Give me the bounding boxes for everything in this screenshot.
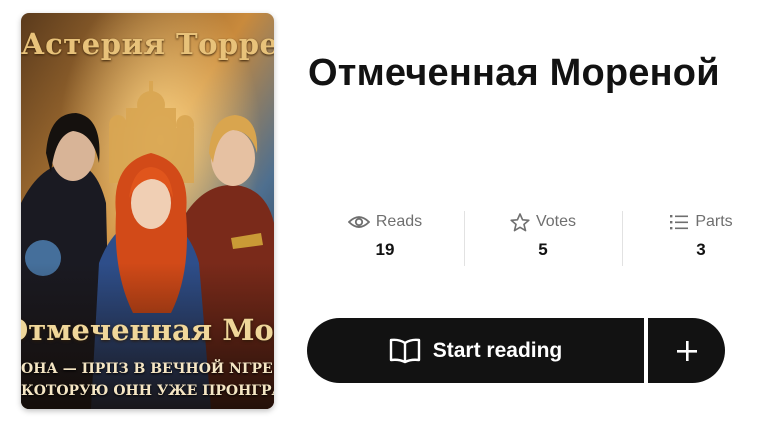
story-cover[interactable]: Астерия Торрен Отмеченная Мореной ОНА — …	[21, 13, 274, 409]
stat-votes-value: 5	[538, 240, 548, 259]
stat-votes: Votes 5	[468, 208, 618, 268]
stat-reads-value: 19	[375, 240, 395, 259]
stat-divider	[464, 211, 465, 266]
plus-icon	[676, 340, 697, 361]
cover-author-text: Астерия Торрен	[21, 27, 274, 61]
start-reading-button[interactable]: Start reading	[307, 318, 644, 383]
story-stats: Reads 19 Votes 5 Parts 3	[308, 208, 733, 268]
cover-title-text: Отмеченная Мореной	[21, 313, 274, 347]
stat-parts-value: 3	[696, 240, 706, 259]
stat-divider	[622, 211, 623, 266]
cover-tagline-line: КОТОРУЮ ОНН УЖЕ ПРОНГРАЛN	[21, 383, 274, 399]
list-icon	[670, 215, 689, 230]
story-title: Отмеченная Мореной	[308, 52, 720, 94]
add-to-library-button[interactable]	[648, 318, 725, 383]
eye-icon	[347, 216, 370, 228]
stat-reads-label: Reads	[375, 213, 423, 230]
open-book-icon	[389, 338, 420, 363]
stat-votes-label: Votes	[535, 213, 577, 230]
cover-tagline: ОНА — ПРПЗ В ВЕЧНОЙ NГРЕ БОГОВ, КОТОРУЮ …	[21, 358, 274, 402]
stat-parts-label: Parts	[695, 213, 733, 230]
stat-parts: Parts 3	[626, 208, 770, 268]
star-icon	[510, 212, 530, 231]
stat-reads: Reads 19	[310, 208, 460, 268]
cover-tagline-line: ОНА — ПРПЗ В ВЕЧНОЙ NГРЕ БОГОВ,	[21, 361, 274, 377]
stat-reads-label-row: Reads	[310, 208, 460, 236]
stat-votes-label-row: Votes	[468, 208, 618, 236]
cover-artwork	[21, 13, 274, 409]
start-reading-label: Start reading	[432, 338, 563, 362]
stat-parts-label-row: Parts	[626, 208, 770, 236]
